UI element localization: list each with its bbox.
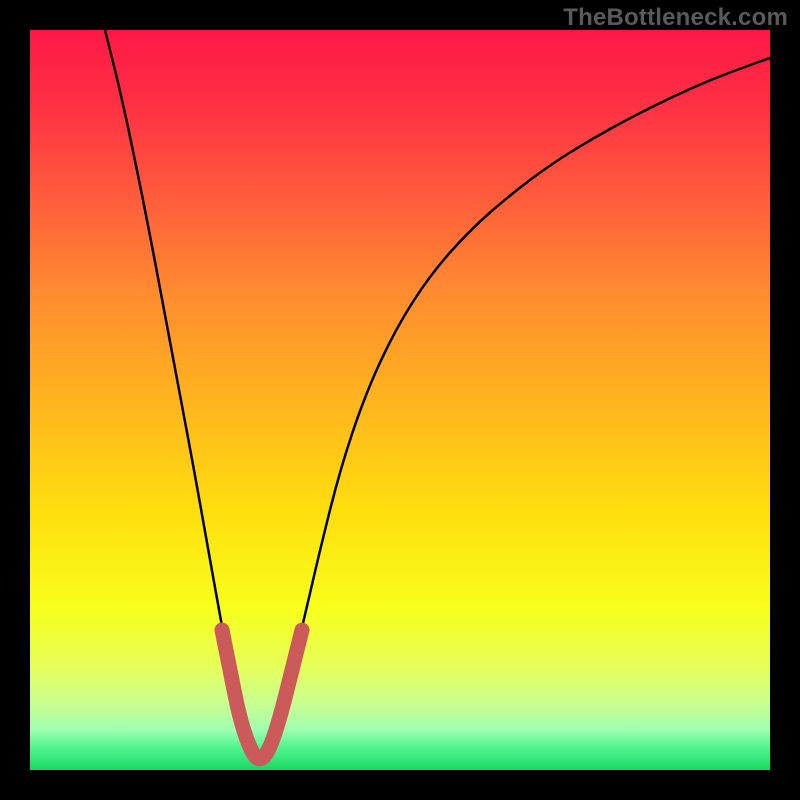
watermark-text: TheBottleneck.com bbox=[563, 4, 788, 32]
plot-frame bbox=[30, 30, 770, 770]
series-curve bbox=[105, 30, 770, 759]
series-bottom-highlight bbox=[222, 630, 302, 759]
chart-curves bbox=[30, 30, 770, 770]
